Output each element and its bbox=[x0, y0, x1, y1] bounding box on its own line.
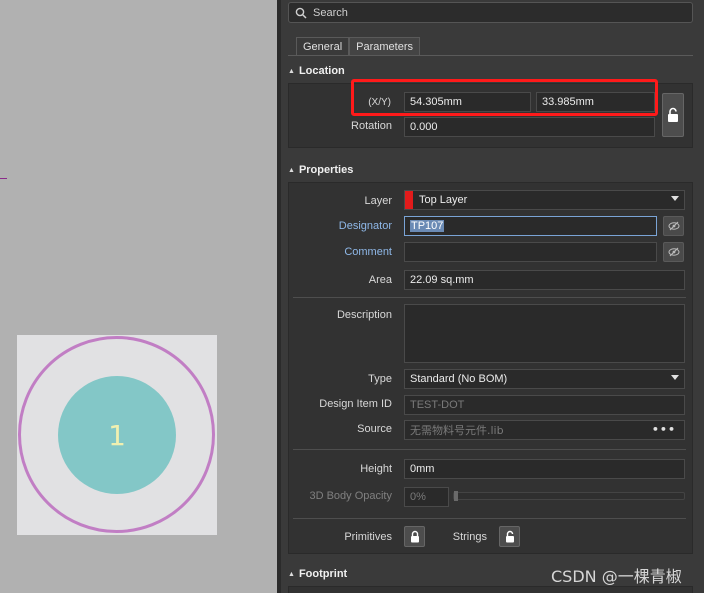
layer-label: Layer bbox=[364, 195, 392, 207]
body-opacity-slider bbox=[453, 491, 685, 501]
tab-parameters[interactable]: Parameters bbox=[349, 37, 420, 56]
divider bbox=[293, 297, 686, 298]
pad-copper[interactable]: 1 bbox=[58, 376, 176, 494]
comment-label[interactable]: Comment bbox=[301, 246, 392, 258]
chevron-down-icon bbox=[671, 375, 679, 380]
location-section-header[interactable]: ▲ Location bbox=[288, 62, 345, 80]
rotation-field[interactable]: 0.000 bbox=[404, 117, 655, 137]
primitives-label: Primitives bbox=[344, 531, 392, 543]
layer-value: Top Layer bbox=[419, 194, 468, 206]
designator-value: TP107 bbox=[410, 220, 445, 232]
properties-section-header[interactable]: ▲ Properties bbox=[288, 161, 353, 179]
designator-visibility-button[interactable] bbox=[663, 216, 684, 236]
strings-lock-button[interactable] bbox=[499, 526, 520, 547]
rotation-label: Rotation bbox=[351, 120, 392, 132]
collapse-triangle-icon: ▲ bbox=[288, 67, 295, 75]
collapse-triangle-icon: ▲ bbox=[288, 166, 295, 174]
divider bbox=[293, 449, 686, 450]
area-field: 22.09 sq.mm bbox=[404, 270, 685, 290]
xy-highlight-annotation bbox=[351, 79, 658, 116]
strings-label: Strings bbox=[452, 531, 487, 543]
locked-padlock-icon bbox=[410, 530, 419, 543]
location-title: Location bbox=[298, 65, 345, 77]
watermark: CSDN @一棵青椒 bbox=[551, 567, 682, 586]
tab-general[interactable]: General bbox=[296, 37, 350, 56]
design-item-id-label: Design Item ID bbox=[319, 398, 392, 410]
type-label: Type bbox=[368, 373, 392, 385]
description-textarea[interactable] bbox=[404, 304, 685, 363]
height-field[interactable]: 0mm bbox=[404, 459, 685, 479]
height-value: 0mm bbox=[410, 463, 435, 475]
body-opacity-value: 0% bbox=[410, 491, 426, 503]
eye-hidden-icon bbox=[668, 247, 679, 257]
source-value: 无需物料号元件.lib bbox=[410, 424, 504, 437]
search-box[interactable]: Search bbox=[288, 2, 693, 23]
location-lock-button[interactable] bbox=[662, 93, 684, 137]
comment-visibility-button[interactable] bbox=[663, 242, 684, 262]
footprint-title: Footprint bbox=[298, 568, 348, 580]
comment-field[interactable] bbox=[404, 242, 657, 262]
pcb-canvas[interactable]: 1 bbox=[0, 0, 277, 593]
more-options-icon[interactable]: ••• bbox=[652, 423, 676, 436]
tab-underline bbox=[288, 55, 693, 56]
unlocked-padlock-icon bbox=[668, 107, 678, 122]
designator-field[interactable]: TP107 bbox=[404, 216, 657, 236]
area-value: 22.09 sq.mm bbox=[410, 274, 474, 286]
unlocked-padlock-icon bbox=[505, 530, 514, 543]
area-label: Area bbox=[368, 274, 392, 286]
design-item-id-field[interactable]: TEST-DOT bbox=[404, 395, 685, 415]
tab-bar: General Parameters bbox=[296, 37, 420, 56]
pad-number: 1 bbox=[108, 418, 126, 452]
design-item-id-value: TEST-DOT bbox=[410, 399, 465, 411]
slider-thumb bbox=[454, 491, 458, 501]
type-value: Standard (No BOM) bbox=[410, 373, 508, 385]
type-dropdown[interactable]: Standard (No BOM) bbox=[404, 369, 685, 389]
eye-hidden-icon bbox=[668, 221, 679, 231]
search-placeholder: Search bbox=[313, 6, 348, 19]
body-opacity-field: 0% bbox=[404, 487, 449, 507]
footprint-box bbox=[288, 586, 693, 593]
divider bbox=[293, 518, 686, 519]
search-icon bbox=[295, 7, 307, 19]
designator-label[interactable]: Designator bbox=[301, 220, 392, 232]
primitives-lock-button[interactable] bbox=[404, 526, 425, 547]
footprint-section-header[interactable]: ▲ Footprint bbox=[288, 565, 347, 583]
body-opacity-label: 3D Body Opacity bbox=[309, 490, 392, 502]
board-edge-mark bbox=[0, 178, 7, 179]
chevron-down-icon bbox=[671, 196, 679, 201]
layer-dropdown[interactable]: Top Layer bbox=[404, 190, 685, 210]
properties-title: Properties bbox=[298, 164, 354, 176]
rotation-value: 0.000 bbox=[410, 121, 438, 133]
collapse-triangle-icon: ▲ bbox=[288, 570, 295, 578]
layer-color-swatch bbox=[405, 191, 413, 209]
height-label: Height bbox=[360, 463, 392, 475]
source-field[interactable]: 无需物料号元件.lib ••• bbox=[404, 420, 685, 440]
description-label: Description bbox=[336, 309, 392, 321]
source-label: Source bbox=[357, 423, 392, 435]
